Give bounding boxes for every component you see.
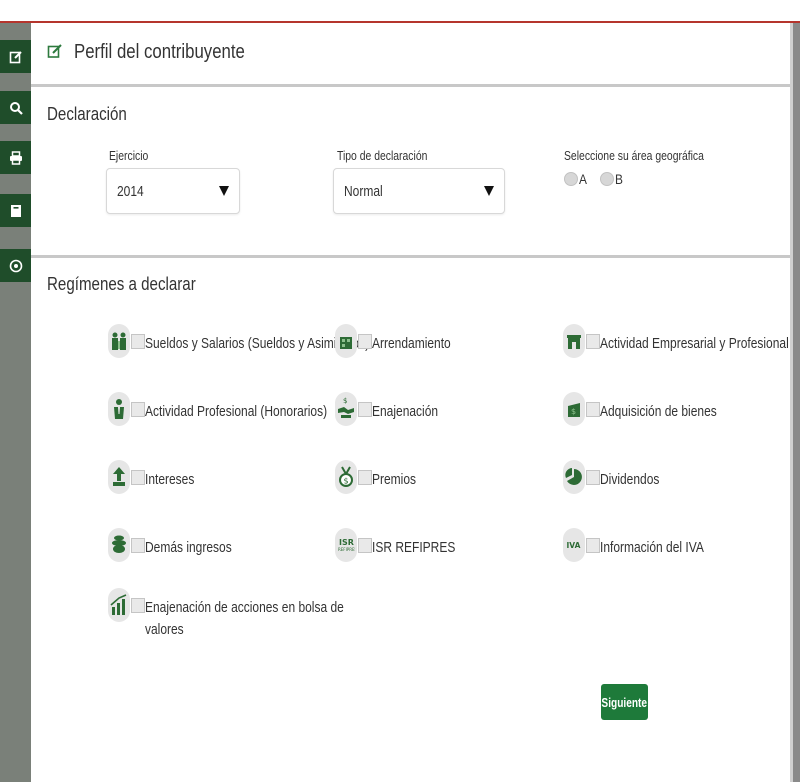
sidebar-print-button[interactable]	[0, 141, 31, 174]
area-label: Seleccione su área geográfica	[564, 148, 704, 163]
sidebar	[0, 23, 31, 782]
area-label-b: B	[615, 171, 624, 187]
checkbox[interactable]	[131, 334, 145, 349]
checkbox[interactable]	[131, 402, 145, 417]
checkbox[interactable]	[358, 334, 372, 349]
regimen-dividendos[interactable]: Dividendos	[563, 460, 674, 494]
coins-icon	[108, 528, 130, 562]
area-radio-group: A B	[564, 171, 625, 187]
main-content: Perfil del contribuyente Declaración Eje…	[31, 23, 790, 782]
ejercicio-select[interactable]: 2014	[106, 168, 240, 214]
checkbox[interactable]	[586, 334, 600, 349]
print-icon	[9, 150, 22, 165]
medal-icon: $	[335, 460, 357, 494]
checkbox[interactable]	[131, 598, 145, 613]
handshake-icon: $	[335, 392, 357, 426]
regimen-label: Demás ingresos	[145, 539, 232, 556]
stock-chart-icon	[108, 588, 130, 622]
regimen-enajenacion[interactable]: $ Enajenación	[335, 392, 455, 426]
ejercicio-value: 2014	[117, 183, 144, 200]
money-bag-icon: $	[563, 392, 585, 426]
regimenes-title: Regímenes a declarar	[47, 274, 196, 294]
area-label-a: A	[579, 171, 587, 187]
svg-text:ISR: ISR	[339, 538, 354, 547]
regimen-honorarios[interactable]: Actividad Profesional (Honorarios)	[108, 392, 373, 426]
sidebar-edit-button[interactable]	[0, 40, 31, 73]
edit-icon	[9, 50, 22, 63]
regimen-intereses[interactable]: Intereses	[108, 460, 207, 494]
checkbox[interactable]	[131, 538, 145, 553]
regimen-demas-ingresos[interactable]: Demás ingresos	[108, 528, 253, 562]
next-button[interactable]: Siguiente	[601, 684, 648, 720]
workers-icon	[108, 324, 130, 358]
checkbox[interactable]	[586, 402, 600, 417]
checkbox[interactable]	[358, 470, 372, 485]
sidebar-search-button[interactable]	[0, 91, 31, 124]
svg-text:IVA: IVA	[567, 541, 581, 550]
declaracion-title: Declaración	[47, 104, 127, 124]
svg-text:$: $	[571, 407, 576, 416]
dropdown-arrow-icon	[219, 186, 229, 196]
regimen-label: Premios	[372, 471, 417, 488]
regimen-label: Enajenación	[372, 403, 439, 420]
sidebar-archive-button[interactable]	[0, 194, 31, 227]
regimen-adquisicion[interactable]: $ Adquisición de bienes	[563, 392, 746, 426]
divider	[31, 84, 790, 87]
regimen-label: ISR REFIPRES	[372, 539, 456, 556]
growth-arrow-icon	[108, 460, 130, 494]
area-radio-b[interactable]	[600, 172, 615, 186]
regimen-label: Enajenación de acciones en bolsa de valo…	[145, 599, 344, 638]
dropdown-arrow-icon	[484, 186, 494, 196]
regimen-empresarial[interactable]: Actividad Empresarial y Profesional	[563, 324, 800, 358]
sidebar-info-button[interactable]	[0, 249, 31, 282]
archive-icon	[10, 204, 21, 217]
regimen-label: Información del IVA	[600, 539, 704, 556]
ejercicio-label: Ejercicio	[109, 148, 149, 163]
svg-text:REFIPRES: REFIPRES	[338, 547, 355, 552]
regimen-label: Actividad Empresarial y Profesional	[600, 335, 789, 352]
tipo-value: Normal	[344, 183, 383, 200]
regimen-acciones[interactable]: Enajenación de acciones en bolsa de valo…	[108, 588, 394, 641]
regimen-iva[interactable]: IVA Información del IVA	[563, 528, 730, 562]
regimen-label: Adquisición de bienes	[600, 403, 717, 420]
regimen-label: Dividendos	[600, 471, 660, 488]
area-radio-a[interactable]	[564, 172, 578, 186]
regimen-premios[interactable]: $ Premios	[335, 460, 427, 494]
page-title: Perfil del contribuyente	[74, 41, 245, 63]
regimen-label: Intereses	[145, 471, 195, 488]
regimen-isr-refipres[interactable]: ISRREFIPRES ISR REFIPRES	[335, 528, 476, 562]
checkbox[interactable]	[586, 538, 600, 553]
profile-header: Perfil del contribuyente	[31, 23, 790, 85]
pie-chart-icon	[563, 460, 585, 494]
regimen-label: Arrendamiento	[372, 335, 451, 352]
tipo-label: Tipo de declaración	[337, 148, 428, 163]
isr-refipres-icon: ISRREFIPRES	[335, 528, 357, 562]
svg-text:$: $	[343, 397, 347, 405]
info-icon	[9, 259, 22, 272]
store-icon	[563, 324, 585, 358]
iva-icon: IVA	[563, 528, 585, 562]
svg-text:$: $	[344, 477, 349, 486]
tipo-select[interactable]: Normal	[333, 168, 505, 214]
checkbox[interactable]	[131, 470, 145, 485]
divider	[31, 255, 790, 258]
building-icon	[335, 324, 357, 358]
professional-icon	[108, 392, 130, 426]
checkbox[interactable]	[586, 470, 600, 485]
regimen-arrendamiento[interactable]: Arrendamiento	[335, 324, 470, 358]
checkbox[interactable]	[358, 538, 372, 553]
checkbox[interactable]	[358, 402, 372, 417]
edit-icon	[47, 44, 62, 58]
top-bar	[0, 0, 800, 23]
search-icon	[9, 101, 23, 115]
right-scroll-border	[790, 23, 800, 782]
